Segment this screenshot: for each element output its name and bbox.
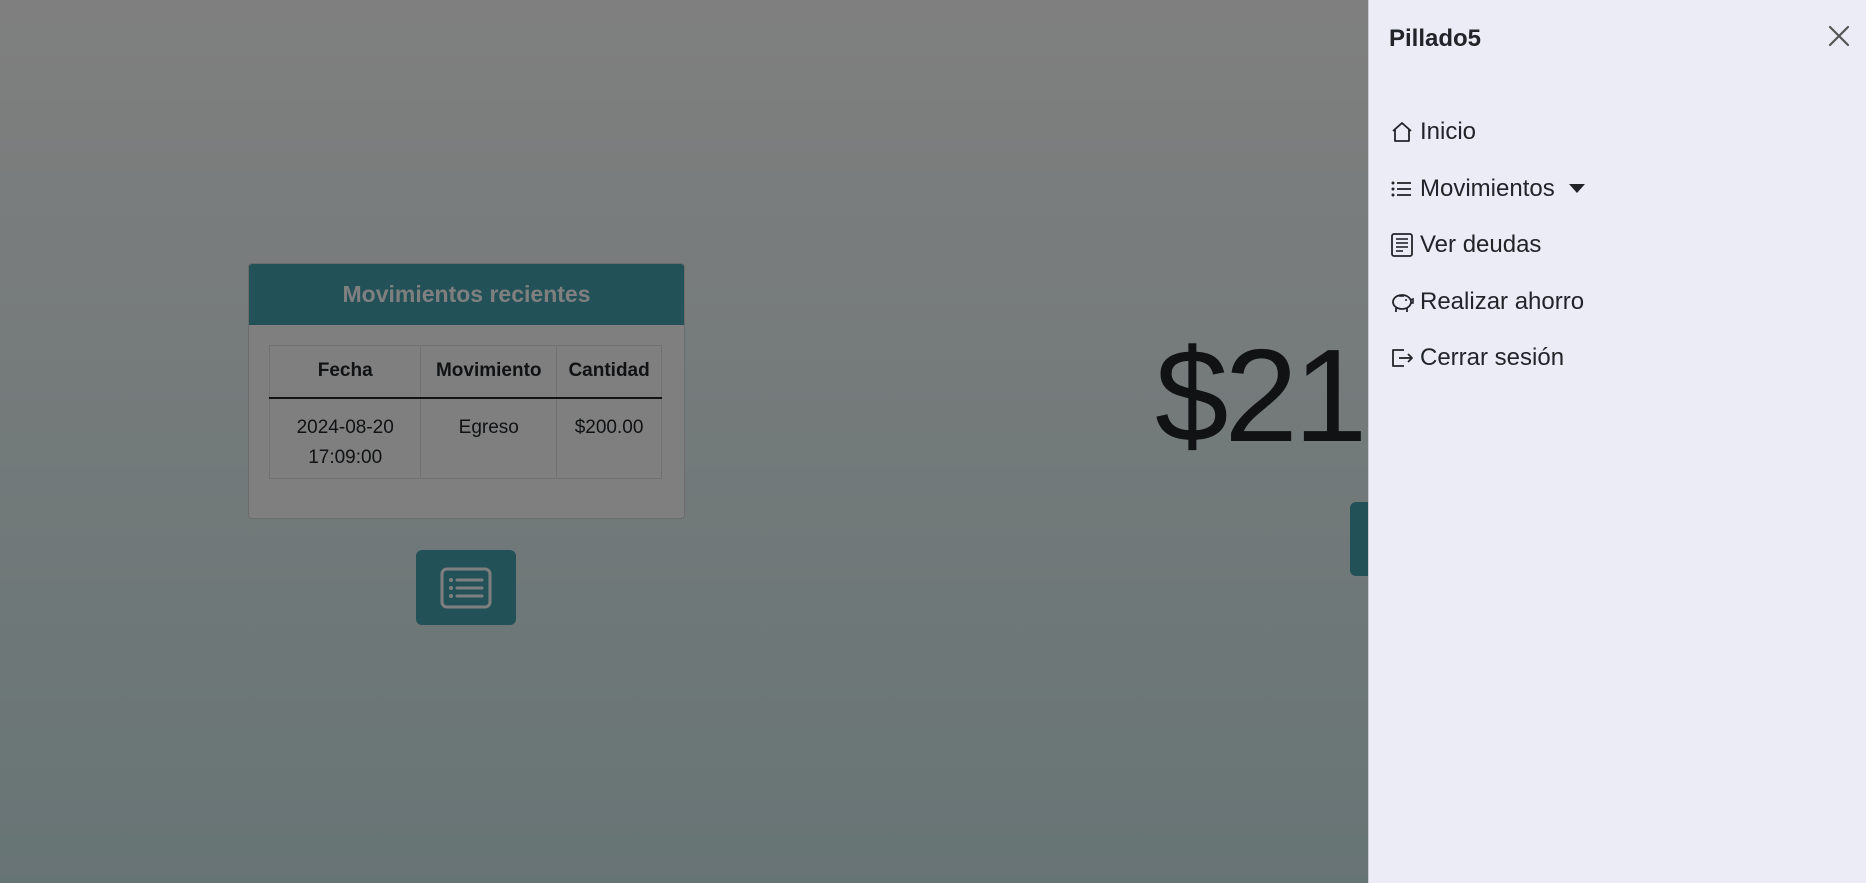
sidebar-item-realizar-ahorro[interactable]: Realizar ahorro bbox=[1389, 274, 1585, 331]
sidebar-item-ver-deudas[interactable]: Ver deudas bbox=[1389, 217, 1585, 274]
sidebar-item-label: Inicio bbox=[1420, 118, 1477, 146]
close-icon bbox=[1828, 25, 1850, 47]
sidebar-item-label: Cerrar sesión bbox=[1420, 344, 1565, 372]
sidebar-item-label: Movimientos bbox=[1420, 174, 1555, 202]
sidebar-item-label: Realizar ahorro bbox=[1420, 287, 1585, 315]
sidebar-nav: Inicio Movimientos Ver deudas Realizar a… bbox=[1389, 104, 1585, 387]
piggy-bank-icon bbox=[1389, 289, 1415, 315]
logout-icon bbox=[1389, 345, 1415, 371]
sidebar-item-cerrar-sesion[interactable]: Cerrar sesión bbox=[1389, 330, 1585, 387]
caret-down-icon bbox=[1568, 184, 1585, 194]
list-icon bbox=[1389, 176, 1415, 202]
house-icon bbox=[1389, 119, 1415, 145]
close-button[interactable] bbox=[1825, 22, 1853, 50]
sidebar-item-label: Ver deudas bbox=[1420, 231, 1542, 259]
sidebar-item-movimientos[interactable]: Movimientos bbox=[1389, 161, 1585, 218]
receipt-icon bbox=[1389, 232, 1415, 258]
offcanvas-sidebar: Pillado5 Inicio Movimientos Ver deudas R… bbox=[1368, 0, 1866, 883]
sidebar-title: Pillado5 bbox=[1389, 25, 1482, 52]
sidebar-item-inicio[interactable]: Inicio bbox=[1389, 104, 1585, 161]
